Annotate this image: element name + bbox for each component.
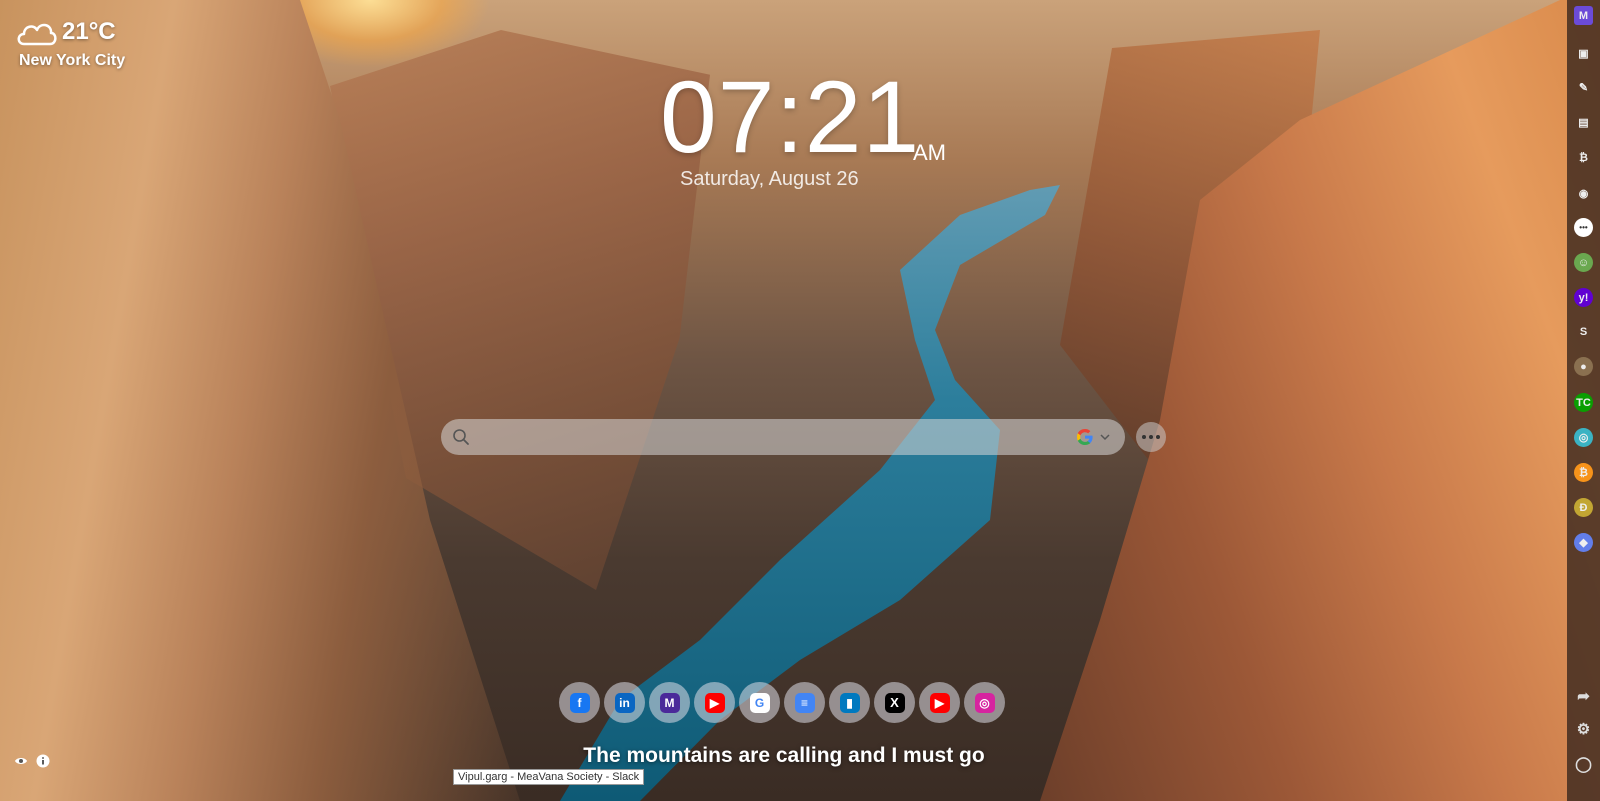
- quick-link-facebook[interactable]: f: [559, 682, 600, 723]
- clock-period: AM: [913, 140, 946, 165]
- dot-icon: [1142, 435, 1146, 439]
- yahoo-icon[interactable]: y!: [1574, 288, 1593, 307]
- eye-icon[interactable]: [14, 754, 28, 768]
- docs-icon: ≡: [794, 692, 815, 713]
- search-bar[interactable]: [441, 419, 1125, 455]
- background-icon[interactable]: ▣: [1574, 44, 1593, 63]
- clock-widget: 07:21 AM Saturday, August 26: [660, 62, 960, 190]
- clock-date: Saturday, August 26: [680, 168, 859, 190]
- quick-link-linkedin[interactable]: in: [604, 682, 645, 723]
- instagram-icon: ◎: [974, 692, 995, 713]
- bitcoin-coin-icon[interactable]: ₿: [1574, 463, 1593, 482]
- quick-link-google[interactable]: G: [739, 682, 780, 723]
- google-icon: [1077, 429, 1093, 445]
- search-icon: [453, 429, 469, 445]
- chevron-down-icon: [1100, 434, 1110, 441]
- quick-link-youtube[interactable]: ▶: [694, 682, 735, 723]
- quick-link-trello[interactable]: ▮: [829, 682, 870, 723]
- techcrunch-icon[interactable]: TC: [1574, 393, 1593, 412]
- bitcoin-icon[interactable]: ₿: [1574, 148, 1593, 167]
- bottom-left-controls: [14, 754, 50, 768]
- quick-link-instagram[interactable]: ◎: [964, 682, 1005, 723]
- right-sidebar: M ▣ ✎ ▤ ₿ ◉ ••• ☺ y! S ● TC ◎ ₿ Ð ◆ ➦ ⚙ ◯: [1567, 0, 1600, 801]
- s-app-icon[interactable]: S: [1574, 322, 1593, 341]
- share-icon[interactable]: ➦: [1574, 686, 1593, 705]
- quick-link-meavana[interactable]: M: [649, 682, 690, 723]
- account-icon[interactable]: ◯: [1574, 754, 1593, 773]
- quick-link-google-docs[interactable]: ≡: [784, 682, 825, 723]
- quick-link-youtube[interactable]: ▶: [919, 682, 960, 723]
- news-icon[interactable]: ▤: [1574, 113, 1593, 132]
- avatar-app-icon[interactable]: ●: [1574, 357, 1593, 376]
- notes-icon[interactable]: ✎: [1574, 78, 1593, 97]
- youtube-icon: ▶: [704, 692, 725, 713]
- dot-icon: [1149, 435, 1153, 439]
- meavana-icon: M: [659, 692, 680, 713]
- facebook-icon: f: [569, 692, 590, 713]
- gamepad-icon[interactable]: ◉: [1574, 184, 1593, 203]
- linkedin-icon: in: [614, 692, 635, 713]
- city-name: New York City: [19, 52, 126, 69]
- google-icon: G: [749, 692, 770, 713]
- quick-link-x[interactable]: X: [874, 682, 915, 723]
- cloud-icon: [17, 23, 57, 46]
- messages-icon[interactable]: •••: [1574, 218, 1593, 237]
- dot-icon: [1156, 435, 1160, 439]
- settings-icon[interactable]: ⚙: [1574, 719, 1593, 738]
- tooltip: Vipul.garg - MeaVana Society - Slack: [453, 769, 645, 785]
- quote-text: The mountains are calling and I must go: [583, 744, 985, 767]
- x-icon: X: [884, 692, 905, 713]
- trello-icon: ▮: [839, 692, 860, 713]
- quick-links-bar: f in M ▶ G ≡ ▮ X ▶ ◎: [559, 682, 1005, 723]
- dogecoin-icon[interactable]: Ð: [1574, 498, 1593, 517]
- profile-app-icon[interactable]: ☺: [1574, 253, 1593, 272]
- temperature: 21°C: [62, 18, 116, 45]
- search-engine-selector[interactable]: [1075, 427, 1111, 447]
- crypto-icon[interactable]: ◎: [1574, 428, 1593, 447]
- search-input[interactable]: [478, 421, 1075, 453]
- weather-widget[interactable]: 21°C New York City: [14, 14, 125, 70]
- ethereum-icon[interactable]: ◆: [1574, 533, 1593, 552]
- more-options-button[interactable]: [1136, 422, 1166, 452]
- meavana-logo[interactable]: M: [1574, 6, 1593, 25]
- info-icon[interactable]: [36, 754, 50, 768]
- youtube-icon: ▶: [929, 692, 950, 713]
